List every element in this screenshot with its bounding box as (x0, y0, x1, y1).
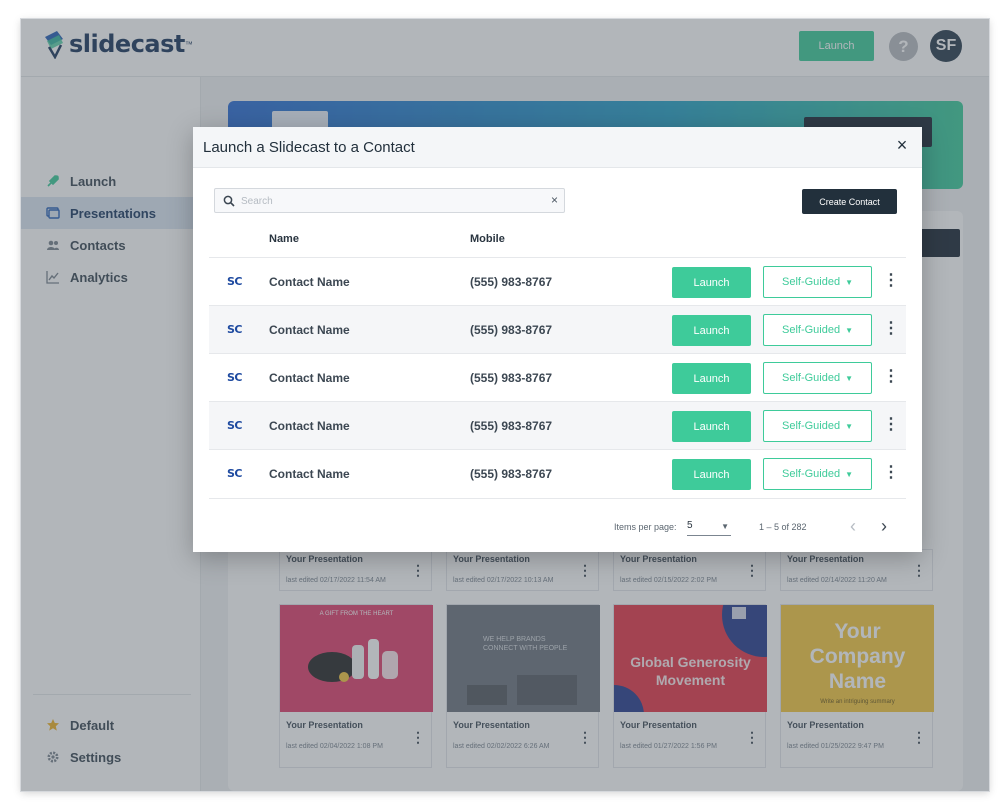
kebab-menu-icon[interactable]: ⋮ (883, 414, 899, 436)
launch-button[interactable]: Launch (672, 315, 751, 346)
contact-logo: SC (227, 467, 243, 480)
chevron-left-icon[interactable]: ‹ (845, 516, 861, 536)
kebab-menu-icon[interactable]: ⋮ (883, 270, 899, 292)
caret-down-icon: ▼ (845, 373, 853, 383)
chevron-right-icon[interactable]: › (876, 516, 892, 536)
search-input[interactable] (241, 191, 541, 211)
contact-logo: SC (227, 419, 243, 432)
launch-button[interactable]: Launch (672, 459, 751, 490)
app-window: slidecast ™ Launch ? SF Launch Presentat… (21, 19, 989, 791)
caret-down-icon: ▼ (845, 277, 853, 287)
contact-name: Contact Name (269, 371, 350, 385)
create-contact-button[interactable]: Create Contact (802, 189, 897, 214)
mode-label: Self-Guided (781, 276, 841, 288)
contact-name: Contact Name (269, 467, 350, 481)
caret-down-icon: ▼ (721, 522, 729, 531)
mode-dropdown[interactable]: Self-Guided ▼ (763, 314, 872, 346)
kebab-menu-icon[interactable]: ⋮ (883, 366, 899, 388)
contact-mobile: (555) 983-8767 (470, 275, 553, 289)
table-row[interactable]: SC Contact Name (555) 983-8767 Launch Se… (209, 353, 906, 401)
close-icon[interactable]: × (892, 135, 912, 155)
pagination-range: 1 – 5 of 282 (759, 522, 807, 532)
mode-dropdown[interactable]: Self-Guided ▼ (763, 458, 872, 490)
search-icon (223, 195, 235, 207)
mode-label: Self-Guided (781, 468, 841, 480)
table-row[interactable]: SC Contact Name (555) 983-8767 Launch Se… (209, 449, 906, 497)
contact-mobile: (555) 983-8767 (470, 419, 553, 433)
column-header-name[interactable]: Name (269, 233, 299, 245)
launch-button[interactable]: Launch (672, 363, 751, 394)
items-per-page-value: 5 (687, 520, 693, 531)
mode-dropdown[interactable]: Self-Guided ▼ (763, 266, 872, 298)
modal-header: Launch a Slidecast to a Contact × (193, 127, 922, 168)
items-per-page-label: Items per page: (614, 522, 677, 532)
launch-contact-modal: Launch a Slidecast to a Contact × × Crea… (193, 127, 922, 552)
mode-label: Self-Guided (781, 420, 841, 432)
contact-logo: SC (227, 275, 243, 288)
contact-name: Contact Name (269, 323, 350, 337)
launch-button[interactable]: Launch (672, 411, 751, 442)
contact-mobile: (555) 983-8767 (470, 371, 553, 385)
mode-dropdown[interactable]: Self-Guided ▼ (763, 362, 872, 394)
contact-name: Contact Name (269, 419, 350, 433)
table-row[interactable]: SC Contact Name (555) 983-8767 Launch Se… (209, 305, 906, 353)
items-per-page-select[interactable]: 5 ▼ (687, 520, 731, 536)
contact-logo: SC (227, 371, 243, 384)
contact-name: Contact Name (269, 275, 350, 289)
clear-search-icon[interactable]: × (551, 193, 558, 207)
table-row[interactable]: SC Contact Name (555) 983-8767 Launch Se… (209, 257, 906, 305)
caret-down-icon: ▼ (845, 325, 853, 335)
caret-down-icon: ▼ (845, 421, 853, 431)
kebab-menu-icon[interactable]: ⋮ (883, 462, 899, 484)
mode-label: Self-Guided (781, 372, 841, 384)
column-header-mobile[interactable]: Mobile (470, 233, 505, 245)
caret-down-icon: ▼ (845, 469, 853, 479)
contact-logo: SC (227, 323, 243, 336)
table-divider (209, 498, 906, 499)
modal-title: Launch a Slidecast to a Contact (203, 139, 415, 156)
table-row[interactable]: SC Contact Name (555) 983-8767 Launch Se… (209, 401, 906, 449)
contact-mobile: (555) 983-8767 (470, 467, 553, 481)
mode-label: Self-Guided (781, 324, 841, 336)
contact-mobile: (555) 983-8767 (470, 323, 553, 337)
mode-dropdown[interactable]: Self-Guided ▼ (763, 410, 872, 442)
contact-search: × (214, 188, 565, 213)
launch-button[interactable]: Launch (672, 267, 751, 298)
kebab-menu-icon[interactable]: ⋮ (883, 318, 899, 340)
